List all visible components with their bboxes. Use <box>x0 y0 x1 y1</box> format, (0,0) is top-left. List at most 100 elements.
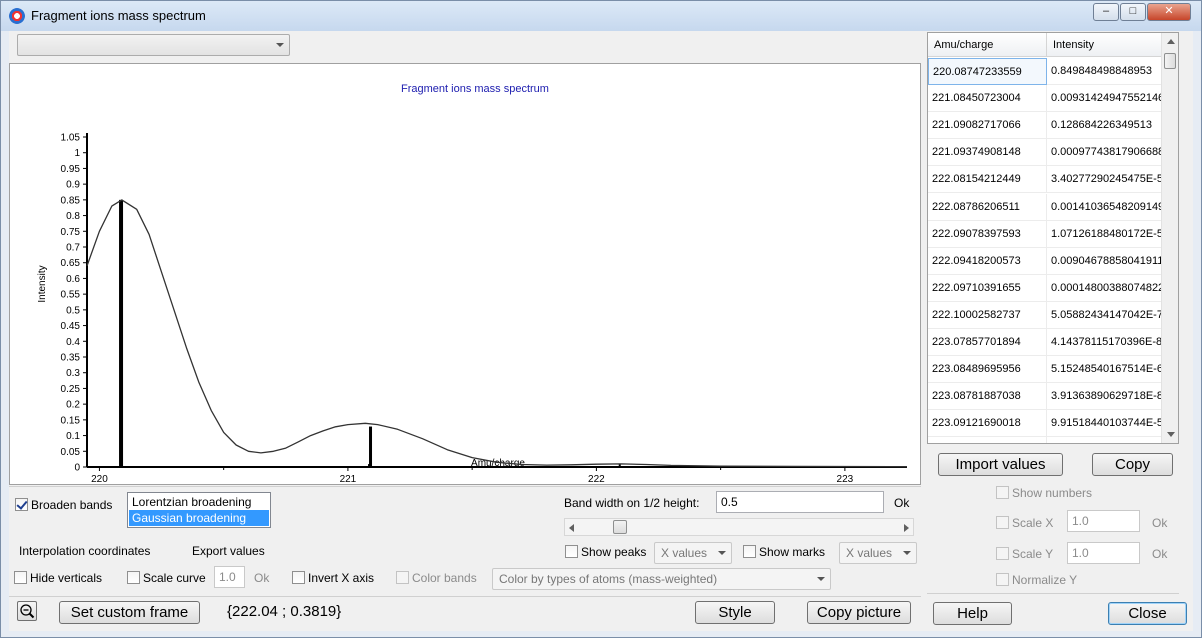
show-peaks-checkbox[interactable] <box>565 545 578 558</box>
cell-intensity[interactable]: 0.128684226349513 <box>1047 112 1168 140</box>
band-width-slider[interactable] <box>564 518 914 536</box>
scale-curve-input[interactable]: 1.0 <box>214 566 245 588</box>
cell-amu-charge[interactable]: 223.094138811 <box>928 437 1047 443</box>
cell-amu-charge[interactable]: 222.10002582737 <box>928 301 1047 329</box>
table-row[interactable]: 222.10002582737 5.05882434147042E-7 <box>928 301 1168 329</box>
scroll-down-icon[interactable] <box>1167 432 1175 437</box>
copy-picture-button[interactable]: Copy picture <box>807 601 911 624</box>
normalize-y-checkbox[interactable] <box>996 573 1009 586</box>
cell-amu-charge[interactable]: 220.08747233559 <box>928 58 1047 85</box>
broadening-list[interactable]: Lorentzian broadening Gaussian broadenin… <box>127 492 271 528</box>
cell-intensity[interactable]: 3.91363890629718E-8 <box>1047 383 1168 411</box>
cell-amu-charge[interactable]: 222.08154212449 <box>928 166 1047 194</box>
cell-intensity[interactable]: 5.05882434147042E-7 <box>1047 301 1168 329</box>
title-bar: Fragment ions mass spectrum – □ ✕ <box>1 1 1201 31</box>
slider-thumb[interactable] <box>613 520 627 534</box>
cell-amu-charge[interactable]: 221.09082717066 <box>928 112 1047 140</box>
export-values-label[interactable]: Export values <box>192 544 265 558</box>
set-custom-frame-button[interactable]: Set custom frame <box>59 601 200 624</box>
cell-intensity[interactable]: 1.07126188480172E-5 <box>1047 220 1168 248</box>
cell-amu-charge[interactable]: 223.08489695956 <box>928 356 1047 384</box>
cell-amu-charge[interactable]: 223.09121690018 <box>928 410 1047 438</box>
scale-x-input[interactable]: 1.0 <box>1067 510 1140 532</box>
import-values-button[interactable]: Import values <box>938 453 1063 476</box>
table-row[interactable]: 223.0941388111.62210684669259E-6 <box>928 437 1168 443</box>
spectrum-chart[interactable]: Fragment ions mass spectrum Intensity Am… <box>9 63 921 485</box>
band-width-ok[interactable]: Ok <box>894 496 909 510</box>
table-header-intensity[interactable]: Intensity <box>1047 33 1168 57</box>
table-scrollbar[interactable] <box>1161 33 1178 443</box>
band-width-input[interactable]: 0.5 <box>716 491 884 513</box>
table-row[interactable]: 222.09710391655 0.00014800388074822 <box>928 274 1168 302</box>
cell-amu-charge[interactable]: 222.09710391655 <box>928 274 1047 302</box>
cell-amu-charge[interactable]: 221.09374908148 <box>928 139 1047 167</box>
minimize-button[interactable]: – <box>1093 3 1119 21</box>
cell-intensity[interactable]: 0.849848498848953 <box>1047 58 1168 85</box>
table-row[interactable]: 223.07857701894 4.14378115170396E-8 <box>928 329 1168 356</box>
cell-intensity[interactable]: 0.00097743817906688 <box>1047 139 1168 167</box>
cell-intensity[interactable]: 4.14378115170396E-8 <box>1047 329 1168 356</box>
scroll-thumb[interactable] <box>1164 53 1176 69</box>
cell-amu-charge[interactable]: 222.09078397593 <box>928 220 1047 248</box>
scale-curve-ok[interactable]: Ok <box>254 571 269 585</box>
color-mode-select[interactable]: Color by types of atoms (mass-weighted) <box>492 568 831 590</box>
show-peaks-label: Show peaks <box>581 545 647 559</box>
show-peaks-mode[interactable]: X values <box>654 542 732 564</box>
list-item-gaussian[interactable]: Gaussian broadening <box>129 510 269 526</box>
peaks-table[interactable]: Amu/charge Intensity 220.08747233559 0.84… <box>927 32 1179 444</box>
cell-intensity[interactable]: 9.91518440103744E-5 <box>1047 410 1168 438</box>
close-button[interactable]: Close <box>1108 602 1187 625</box>
table-row[interactable]: 222.08154212449 3.40277290245475E-5 <box>928 166 1168 194</box>
help-button[interactable]: Help <box>933 602 1012 625</box>
x-tick-label: 220 <box>91 474 108 484</box>
table-row[interactable]: 223.08489695956 5.15248540167514E-6 <box>928 356 1168 384</box>
table-row[interactable]: 222.09078397593 1.07126188480172E-5 <box>928 220 1168 248</box>
scroll-right-icon[interactable] <box>904 524 909 532</box>
list-item-lorentzian[interactable]: Lorentzian broadening <box>129 494 269 510</box>
copy-table-button[interactable]: Copy <box>1092 453 1173 476</box>
table-row[interactable]: 222.09418200573 0.00904678858041911 <box>928 247 1168 275</box>
cell-amu-charge[interactable]: 223.08781887038 <box>928 383 1047 411</box>
color-bands-checkbox[interactable] <box>396 571 409 584</box>
show-marks-mode[interactable]: X values <box>839 542 917 564</box>
cell-amu-charge[interactable]: 222.08786206511 <box>928 193 1047 221</box>
cell-intensity[interactable]: 5.15248540167514E-6 <box>1047 356 1168 384</box>
table-row[interactable]: 221.08450723004 0.00931424947552146 <box>928 85 1168 113</box>
cell-amu-charge[interactable]: 221.08450723004 <box>928 85 1047 113</box>
scale-x-ok[interactable]: Ok <box>1152 516 1167 530</box>
cell-intensity[interactable]: 0.00931424947552146 <box>1047 85 1168 113</box>
zoom-button[interactable] <box>17 601 37 621</box>
table-row[interactable]: 221.09082717066 0.128684226349513 <box>928 112 1168 140</box>
table-row[interactable]: 223.08781887038 3.91363890629718E-8 <box>928 383 1168 411</box>
table-row[interactable]: 221.09374908148 0.00097743817906688 <box>928 139 1168 167</box>
invert-x-checkbox[interactable] <box>292 571 305 584</box>
show-marks-checkbox[interactable] <box>743 545 756 558</box>
scale-x-checkbox[interactable] <box>996 516 1009 529</box>
cell-intensity[interactable]: 3.40277290245475E-5 <box>1047 166 1168 194</box>
cell-intensity[interactable]: 1.62210684669259E-6 <box>1047 437 1168 443</box>
scroll-up-icon[interactable] <box>1167 39 1175 44</box>
cell-amu-charge[interactable]: 223.07857701894 <box>928 329 1047 356</box>
scale-y-ok[interactable]: Ok <box>1152 547 1167 561</box>
window-close-button[interactable]: ✕ <box>1147 3 1191 21</box>
interpolation-coordinates-label[interactable]: Interpolation coordinates <box>19 544 150 558</box>
scale-y-checkbox[interactable] <box>996 547 1009 560</box>
scale-y-input[interactable]: 1.0 <box>1067 542 1140 564</box>
table-row[interactable]: 223.09121690018 9.91518440103744E-5 <box>928 410 1168 438</box>
cell-intensity[interactable]: 0.00014800388074822 <box>1047 274 1168 302</box>
spectrum-selector[interactable] <box>17 34 290 56</box>
maximize-button[interactable]: □ <box>1120 3 1146 21</box>
cell-amu-charge[interactable]: 222.09418200573 <box>928 247 1047 275</box>
scale-curve-checkbox[interactable] <box>127 571 140 584</box>
table-row[interactable]: 220.08747233559 0.849848498848953 <box>928 58 1168 85</box>
cell-intensity[interactable]: 0.00904678858041911 <box>1047 247 1168 275</box>
table-row[interactable]: 222.08786206511 0.00141036548209149 <box>928 193 1168 221</box>
table-header-amu[interactable]: Amu/charge <box>928 33 1047 57</box>
hide-verticals-checkbox[interactable] <box>14 571 27 584</box>
scroll-left-icon[interactable] <box>569 524 574 532</box>
cell-intensity[interactable]: 0.00141036548209149 <box>1047 193 1168 221</box>
y-tick-label: 0.05 <box>61 447 81 458</box>
broaden-bands-checkbox[interactable] <box>15 498 28 511</box>
style-button[interactable]: Style <box>695 601 775 624</box>
show-numbers-checkbox[interactable] <box>996 486 1009 499</box>
